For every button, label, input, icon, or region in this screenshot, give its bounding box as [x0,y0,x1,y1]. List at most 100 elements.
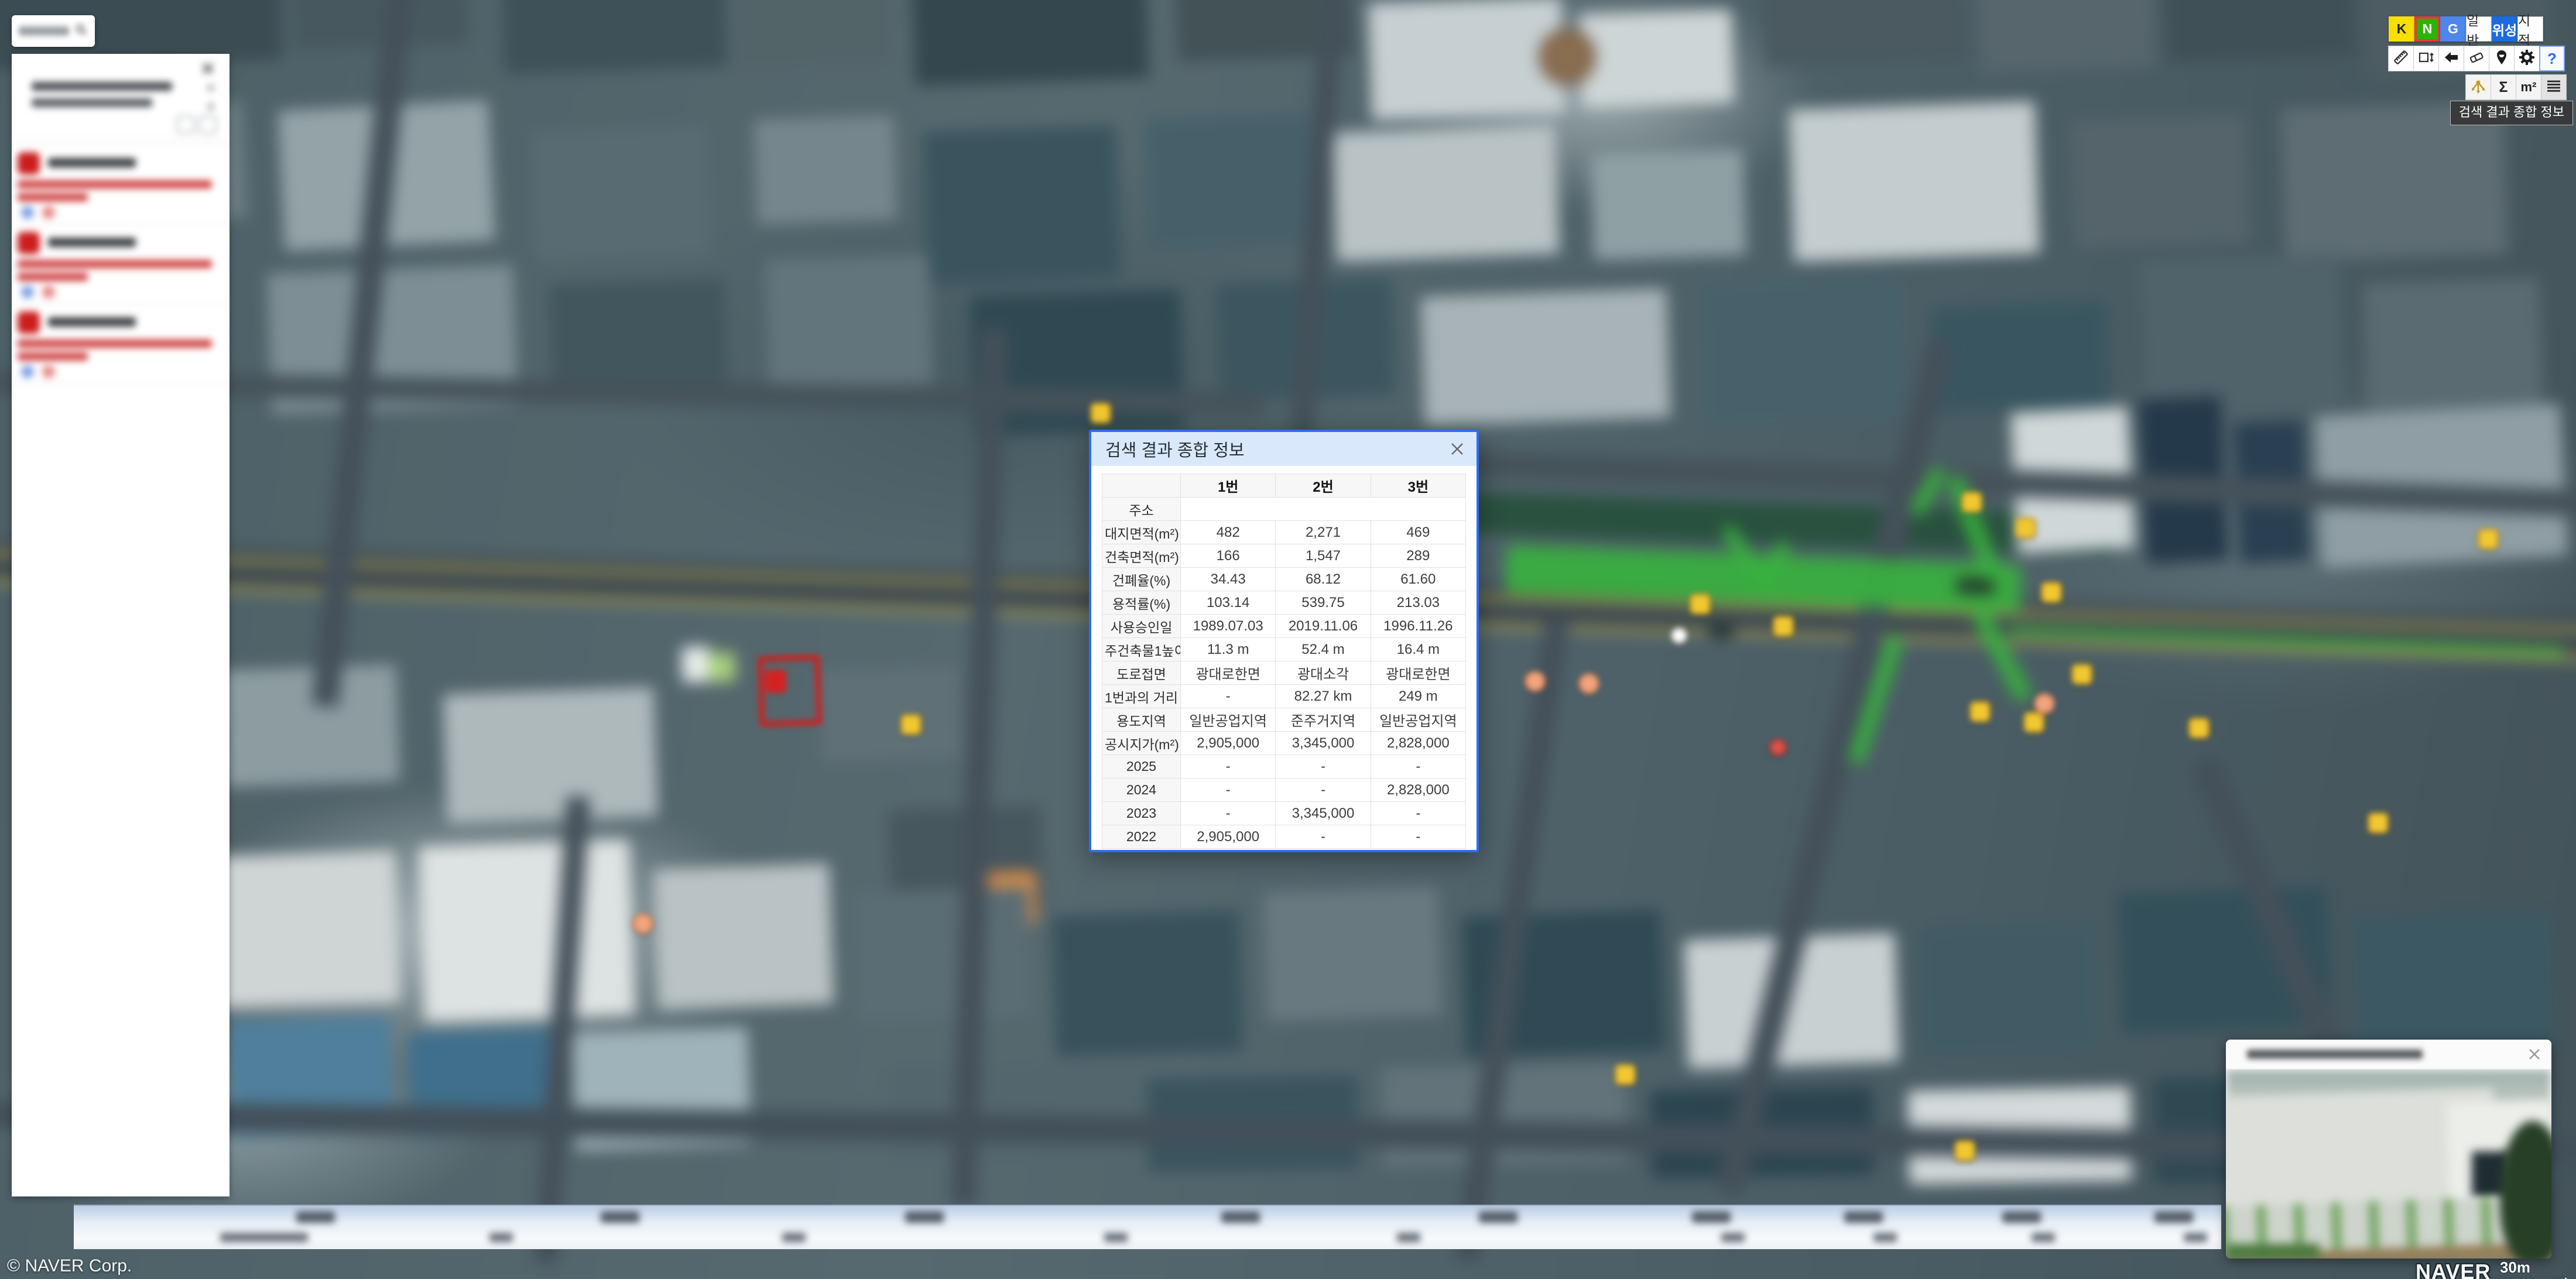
map-marker[interactable] [1969,701,1991,722]
table-cell: - [1181,779,1276,802]
map-marker[interactable] [2071,664,2092,685]
table-cell: - [1181,685,1276,708]
row-label: 주건축물1높이 [1102,638,1181,661]
map-marker[interactable] [1671,628,1687,644]
table-cell: 3,345,000 [1276,802,1371,825]
panel-option-icon[interactable] [199,116,217,133]
table-row: 건폐율(%)34.4368.1261.60 [1102,568,1466,591]
area-measure-button[interactable] [2413,46,2439,71]
result-action-icon[interactable] [21,286,34,299]
table-cell: - [1181,802,1276,825]
streetview-title-blurred [2247,1050,2423,1059]
streetview-popup[interactable] [2226,1040,2551,1259]
table-header-row: 1번2번3번 [1102,474,1466,498]
table-cell: 2,828,000 [1371,732,1465,755]
help-button[interactable]: ? [2539,46,2565,71]
result-list [12,145,229,384]
settings-button[interactable] [2514,46,2540,71]
result-title-blurred [48,317,136,327]
bottom-info-bar [74,1205,2221,1249]
table-row: 용도지역일반공업지역준주거지역일반공업지역 [1102,708,1466,732]
row-label: 대지면적(m²) [1102,521,1181,544]
spread-distance-button[interactable] [2465,74,2491,100]
map-marker[interactable] [2015,517,2036,539]
result-action-icon[interactable] [42,365,55,378]
parcel-marker-icon[interactable] [765,670,786,693]
table-cell: 61.60 [1371,568,1465,591]
search-results-panel [12,54,229,1196]
streetview-photo-blurred[interactable] [2226,1069,2551,1259]
map-marker[interactable] [1769,739,1787,756]
table-cell: 준주거지역 [1276,708,1371,732]
copyright-text: © NAVER Corp. [7,1256,132,1276]
map-marker[interactable] [2478,529,2499,550]
map-marker[interactable] [2023,712,2044,733]
maptype-button[interactable]: 지적 [2517,16,2543,42]
result-title-blurred [48,238,136,247]
sum-button[interactable]: Σ [2491,74,2516,100]
result-address-blurred [18,352,88,361]
table-cell: 광대로한면 [1181,661,1276,685]
eraser-icon [2468,49,2485,68]
map-pin-icon [2493,49,2510,68]
table-cell: 1,547 [1276,544,1371,568]
dialog-close-button[interactable] [1448,440,1466,461]
maptype-button[interactable]: 일반 [2466,16,2492,42]
provider-button-G[interactable]: G [2440,16,2466,42]
maptype-button[interactable]: 위성 [2492,16,2517,42]
table-cell: - [1276,755,1371,779]
list-item[interactable] [12,145,229,225]
search-input[interactable] [12,15,95,47]
table-cell: - [1371,755,1465,779]
table-cell: 103.14 [1181,591,1276,615]
map-marker[interactable] [1090,403,1111,424]
result-action-icon[interactable] [42,286,55,299]
provider-button-N[interactable]: N [2414,16,2440,42]
list-item[interactable] [12,304,229,384]
table-row: 20222,905,000-- [1102,825,1466,849]
streetview-close-icon[interactable] [2527,1047,2542,1065]
panel-option-icon[interactable] [177,116,194,133]
map-marker[interactable] [1773,616,1794,637]
eraser-button[interactable] [2464,46,2489,71]
result-action-icon[interactable] [42,206,55,219]
result-address-blurred [18,340,212,348]
table-row: 공시지가(m²)2,905,0003,345,0002,828,000 [1102,732,1466,755]
result-action-icon[interactable] [21,206,34,219]
map-marker[interactable] [632,913,653,934]
provider-button-K[interactable]: K [2389,16,2414,42]
summary-list-button[interactable] [2541,74,2567,100]
search-icon [75,23,88,39]
ruler-tool-button[interactable] [2388,46,2414,71]
back-button[interactable] [2438,46,2464,71]
sigma-icon: Σ [2499,79,2508,96]
map-marker[interactable] [1690,594,1711,615]
map-marker[interactable] [1525,671,1546,692]
result-action-icon[interactable] [21,365,34,378]
list-item[interactable] [12,225,229,304]
map-marker[interactable] [2188,718,2210,739]
location-pin-button[interactable] [2489,46,2515,71]
square-meter-button[interactable]: m² [2516,74,2541,100]
table-cell: 482 [1181,521,1276,544]
map-marker[interactable] [1615,1064,1636,1085]
table-cell: 82.27 km [1276,685,1371,708]
map-marker[interactable] [2041,582,2062,603]
map-marker[interactable] [900,714,922,735]
column-header: 1번 [1181,474,1276,498]
table-row: 용적률(%)103.14539.75213.03 [1102,591,1466,615]
map-marker[interactable] [1961,492,1982,513]
column-header: 3번 [1371,474,1465,498]
map-marker[interactable] [1578,673,1599,694]
list-icon [2546,78,2562,97]
panel-close-icon[interactable] [200,61,215,79]
back-arrow-icon [2443,49,2459,68]
table-cell: 2,271 [1276,521,1371,544]
result-address-blurred [18,260,212,268]
map-marker[interactable] [1954,1140,1975,1161]
gear-icon [2519,49,2535,68]
map-marker[interactable] [2034,693,2055,714]
table-row: 주소 [1102,498,1466,521]
map-marker[interactable] [2368,812,2389,834]
table-cell: 11.3 m [1181,638,1276,661]
